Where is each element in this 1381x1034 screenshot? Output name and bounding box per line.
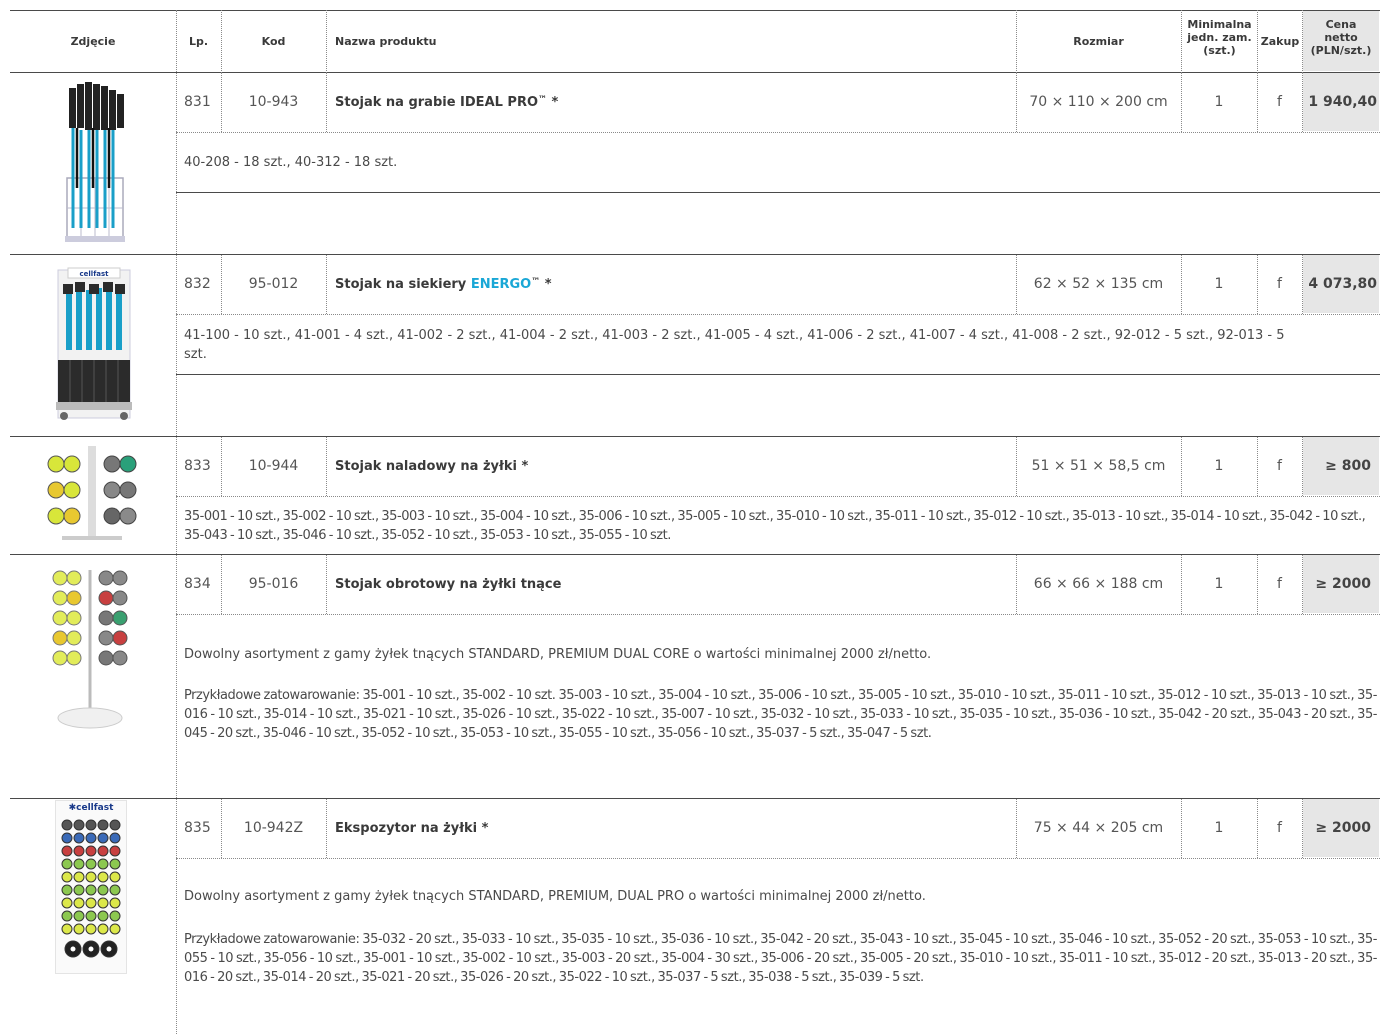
- axe-stand-image: cellfast: [56, 267, 132, 420]
- row-835-dotted: [176, 858, 1380, 859]
- code-cell: 10-943: [248, 94, 299, 110]
- line-spools-grid: [61, 819, 121, 958]
- trademark-symbol: ™: [531, 277, 541, 287]
- trimmer-line-counter-stand-image: [47, 446, 137, 540]
- price-cell: ≥ 800: [1325, 458, 1371, 474]
- cellfast-logo-icon: ✱: [68, 803, 77, 813]
- size-cell: 75 × 44 × 205 cm: [1033, 820, 1164, 836]
- header-price-l2: netto: [1324, 31, 1358, 44]
- product-name: Stojak naladowy na żyłki *: [335, 459, 528, 474]
- price-cell: ≥ 2000: [1315, 820, 1371, 836]
- purchase-cell: f: [1277, 576, 1282, 592]
- col-sep-kod: [326, 10, 327, 73]
- row-description: 40-208 - 18 szt., 40-312 - 18 szt.: [184, 155, 398, 170]
- row-description-example: Przykładowe zatowarowanie: 35-001 - 10 s…: [184, 688, 1377, 741]
- min-qty-cell: 1: [1214, 94, 1224, 110]
- product-name: Ekspozytor na żyłki *: [335, 821, 488, 836]
- product-name: Stojak na siekiery ENERGO™ *: [335, 277, 552, 292]
- lp-cell: 833: [184, 458, 211, 474]
- product-name-suffix: *: [540, 277, 552, 292]
- rotating-trimmer-line-stand-image: [52, 570, 128, 729]
- purchase-cell: f: [1277, 276, 1282, 292]
- product-name-suffix: *: [477, 821, 489, 836]
- size-cell: 51 × 51 × 58,5 cm: [1031, 458, 1166, 474]
- row-description-example: Przykładowe zatowarowanie: 35-032 - 20 s…: [184, 932, 1377, 985]
- product-name-suffix: *: [516, 459, 529, 474]
- row-831-desc-border: [176, 192, 1380, 193]
- header-min-qty-l2: jedn. zam.: [1187, 31, 1252, 44]
- purchase-cell: f: [1277, 820, 1282, 836]
- row-832-dotted: [176, 314, 1380, 315]
- product-name: Stojak na grabie IDEAL PRO™ *: [335, 95, 558, 110]
- header-min-qty-l1: Minimalna: [1187, 18, 1252, 31]
- size-cell: 70 × 110 × 200 cm: [1029, 94, 1168, 110]
- header-size: Rozmiar: [1073, 35, 1124, 48]
- size-cell: 62 × 52 × 135 cm: [1033, 276, 1164, 292]
- row-833-bottom-border: [10, 554, 1380, 555]
- lp-cell: 834: [184, 576, 211, 592]
- lp-cell: 835: [184, 820, 211, 836]
- header-photo: Zdjęcie: [70, 35, 116, 48]
- header-min-qty-l3: (szt.): [1203, 44, 1236, 57]
- price-cell: ≥ 2000: [1315, 576, 1371, 592]
- cellfast-logo: ✱cellfast: [56, 803, 126, 813]
- row-832-desc-border: [176, 374, 1380, 375]
- min-qty-cell: 1: [1214, 458, 1224, 474]
- header-purchase: Zakup: [1260, 35, 1300, 48]
- product-name-text: Stojak naladowy na żyłki: [335, 459, 517, 474]
- row-831-bottom-border: [10, 254, 1380, 255]
- header-price-l1: Cena: [1325, 18, 1357, 31]
- min-qty-cell: 1: [1214, 820, 1224, 836]
- header-min-qty: Minimalna jedn. zam. (szt.): [1182, 18, 1257, 57]
- product-name-suffix: *: [547, 95, 559, 110]
- code-cell: 10-942Z: [243, 820, 304, 836]
- row-834-dotted: [176, 614, 1380, 615]
- header-price: Cena netto (PLN/szt.): [1303, 18, 1379, 57]
- col-sep-photo: [176, 10, 177, 1034]
- header-bottom-border: [10, 72, 1380, 73]
- header-code: Kod: [261, 35, 286, 48]
- svg-text:cellfast: cellfast: [80, 270, 110, 278]
- lp-cell: 831: [184, 94, 211, 110]
- product-name: Stojak obrotowy na żyłki tnące: [335, 577, 561, 592]
- row-description: 35-001 - 10 szt., 35-002 - 10 szt., 35-0…: [184, 509, 1366, 543]
- rake-stand-image: [65, 82, 125, 242]
- min-qty-cell: 1: [1214, 576, 1224, 592]
- row-description: 41-100 - 10 szt., 41-001 - 4 szt., 41-00…: [184, 328, 1285, 362]
- product-name-text: Stojak na siekiery: [335, 277, 471, 292]
- product-name-text: Stojak obrotowy na żyłki tnące: [335, 577, 562, 592]
- trademark-symbol: ™: [538, 95, 548, 105]
- price-cell: 1 940,40: [1308, 94, 1377, 110]
- header-lp: Lp.: [189, 35, 209, 48]
- min-qty-cell: 1: [1214, 276, 1224, 292]
- product-name-text: Stojak na grabie IDEAL PRO: [335, 95, 539, 110]
- table-top-border: [10, 10, 1380, 11]
- code-cell: 95-012: [248, 276, 299, 292]
- purchase-cell: f: [1277, 458, 1282, 474]
- row-831-dotted: [176, 132, 1380, 133]
- product-name-text: Ekspozytor na żyłki: [335, 821, 478, 836]
- lp-cell: 832: [184, 276, 211, 292]
- row-833-dotted: [176, 496, 1380, 497]
- size-cell: 66 × 66 × 188 cm: [1033, 576, 1164, 592]
- row-description: Dowolny asortyment z gamy żyłek tnących …: [184, 647, 932, 662]
- line-display-image: ✱cellfast: [55, 800, 127, 974]
- row-832-bottom-border: [10, 436, 1380, 437]
- row-description: Dowolny asortyment z gamy żyłek tnących …: [184, 889, 926, 904]
- cellfast-logo-text: cellfast: [76, 803, 114, 813]
- purchase-cell: f: [1277, 94, 1282, 110]
- header-name: Nazwa produktu: [335, 35, 437, 48]
- code-cell: 95-016: [248, 576, 299, 592]
- brand-name: ENERGO: [470, 277, 532, 292]
- header-price-l3: (PLN/szt.): [1310, 44, 1372, 57]
- row-834-bottom-border: [10, 798, 1380, 799]
- code-cell: 10-944: [248, 458, 299, 474]
- price-cell: 4 073,80: [1308, 276, 1377, 292]
